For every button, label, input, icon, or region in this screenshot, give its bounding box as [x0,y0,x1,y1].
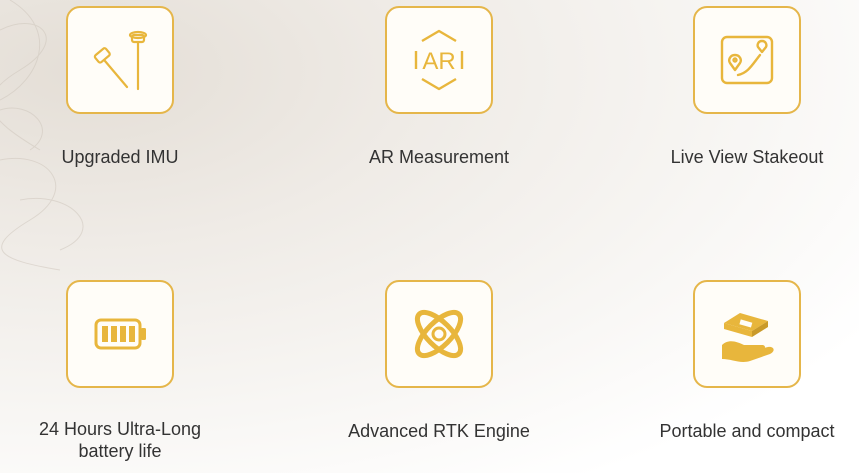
ar-measurement-icon: AR [414,29,464,91]
feature-label: 24 Hours Ultra-Long battery life [0,418,240,462]
feature-icon-box: AR [385,6,493,114]
feature-label: Advanced RTK Engine [348,421,530,441]
feature-label-line: 24 Hours Ultra-Long [38,419,202,439]
feature-icon-box [693,6,801,114]
feature-label: Portable and compact [659,421,835,441]
feature-icon-box [66,6,174,114]
feature-icon-box [66,280,174,388]
hand-device-icon [722,313,774,362]
feature-label-line: battery life [78,441,162,461]
survey-pole-imu-icon [93,30,148,91]
feature-live-view-stakeout: Live View Stakeout [627,6,859,168]
feature-ar-measurement: AR AR Measurement [319,6,559,168]
svg-text:AR: AR [422,48,455,75]
map-stakeout-icon [720,35,774,85]
feature-portable-compact: Portable and compact [627,280,859,442]
feature-rtk-engine: Advanced RTK Engine [319,280,559,442]
feature-icon-box [693,280,801,388]
battery-icon [94,318,146,350]
feature-upgraded-imu: Upgraded IMU [0,6,240,168]
feature-icon-box [385,280,493,388]
feature-label: Upgraded IMU [61,147,179,167]
feature-label: AR Measurement [368,147,510,167]
atom-rtk-icon [414,309,464,359]
feature-label: Live View Stakeout [670,147,824,167]
feature-battery-life: 24 Hours Ultra-Long battery life [0,280,240,462]
